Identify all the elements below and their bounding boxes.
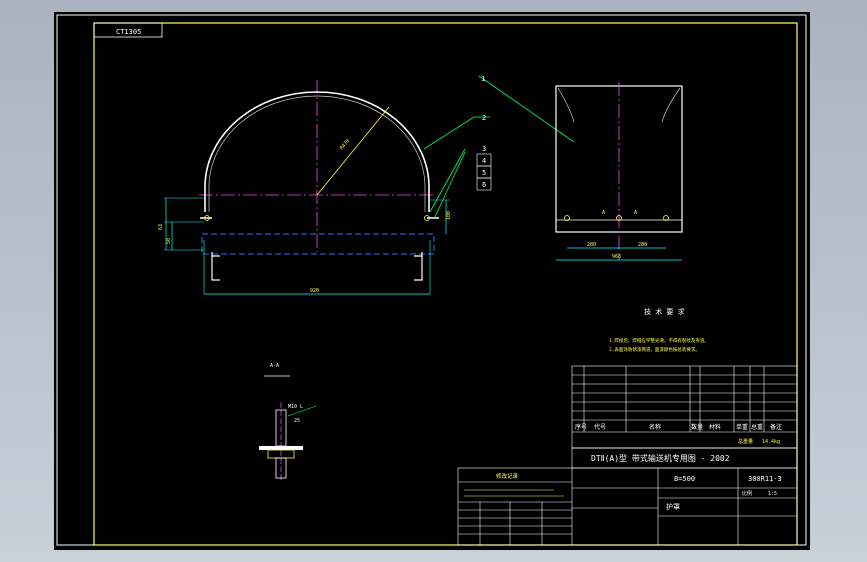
bom-h-remark: 备注 bbox=[770, 423, 782, 431]
dim-side-bottom: 968 bbox=[612, 254, 621, 260]
part-name: 护罩 bbox=[666, 502, 680, 511]
drawing-number: 300R11-3 bbox=[748, 475, 782, 483]
balloon-4: 4 bbox=[482, 157, 486, 165]
tech-requirements: 技 术 要 求 1.焊接后，焊缝应平整光滑，不得有裂纹及夹渣。 2.表面涂防锈漆… bbox=[609, 307, 709, 353]
balloon-5: 5 bbox=[482, 169, 486, 177]
front-view: R470 920 63 50 100 bbox=[158, 80, 452, 295]
inner-border bbox=[93, 22, 798, 546]
bom-h-no: 序号 bbox=[575, 423, 587, 431]
belt-width: B=500 bbox=[674, 475, 695, 483]
dim-right-height: 100 bbox=[446, 211, 452, 220]
dim-radius: R470 bbox=[339, 138, 351, 151]
code-box-text: CT1305 bbox=[116, 28, 141, 36]
dim-width: 920 bbox=[310, 288, 319, 294]
mark-a2: A bbox=[634, 210, 637, 216]
dim-side-left: 280 bbox=[587, 242, 596, 248]
bom-h-qty: 数量 bbox=[691, 423, 703, 431]
tech-req-line1: 1.焊接后，焊缝应平整光滑，不得有裂纹及夹渣。 bbox=[609, 337, 709, 344]
bom-header: 序号 代号 名称 数量 材料 单重 总重 备注 总重量 14.4kg bbox=[575, 423, 782, 445]
balloon-6: 6 bbox=[482, 181, 486, 189]
balloon-3: 3 bbox=[482, 145, 486, 153]
mark-a1: A bbox=[602, 210, 605, 216]
balloon-2: 2 bbox=[482, 114, 486, 122]
scale-value: 1:5 bbox=[768, 491, 777, 497]
weight-value: 14.4kg bbox=[762, 439, 780, 445]
change-table-title: 修改记录 bbox=[496, 472, 519, 480]
dim-left-height: 63 bbox=[158, 224, 164, 230]
engineering-drawing: CT1305 R470 920 63 50 100 1 2 3 4 5 6 A … bbox=[56, 14, 807, 546]
outer-border bbox=[56, 14, 807, 546]
scale-label: 比例 bbox=[742, 490, 752, 497]
dim-side-right: 280 bbox=[638, 242, 647, 248]
bom-h-unitw: 单重 bbox=[736, 423, 748, 431]
bom-h-totw: 总重 bbox=[751, 423, 763, 431]
weight-label: 总重量 bbox=[738, 438, 753, 445]
tech-req-line2: 2.表面涂防锈漆两道，面漆颜色按总装要求。 bbox=[609, 346, 700, 353]
dim-left-lower: 50 bbox=[166, 238, 172, 244]
balloon-1: 1 bbox=[481, 75, 485, 83]
section-note2: 25 bbox=[294, 418, 300, 424]
bom-table bbox=[571, 365, 798, 449]
bom-h-material: 材料 bbox=[709, 423, 721, 431]
bom-h-name: 名称 bbox=[649, 423, 661, 431]
cad-viewport[interactable]: CT1305 R470 920 63 50 100 1 2 3 4 5 6 A … bbox=[54, 12, 810, 550]
section-note: M10 L bbox=[288, 404, 303, 410]
side-view: A A 280 280 968 bbox=[555, 82, 683, 261]
product-title: DTⅡ(A)型 带式输送机专用图 - 2002 bbox=[591, 453, 730, 463]
bom-h-code: 代号 bbox=[594, 423, 606, 431]
balloon-leaders: 1 2 3 4 5 6 bbox=[423, 75, 575, 218]
section-view: A-A M10 L 25 bbox=[259, 363, 317, 480]
tech-req-title: 技 术 要 求 bbox=[644, 307, 685, 316]
section-label: A-A bbox=[270, 363, 279, 369]
